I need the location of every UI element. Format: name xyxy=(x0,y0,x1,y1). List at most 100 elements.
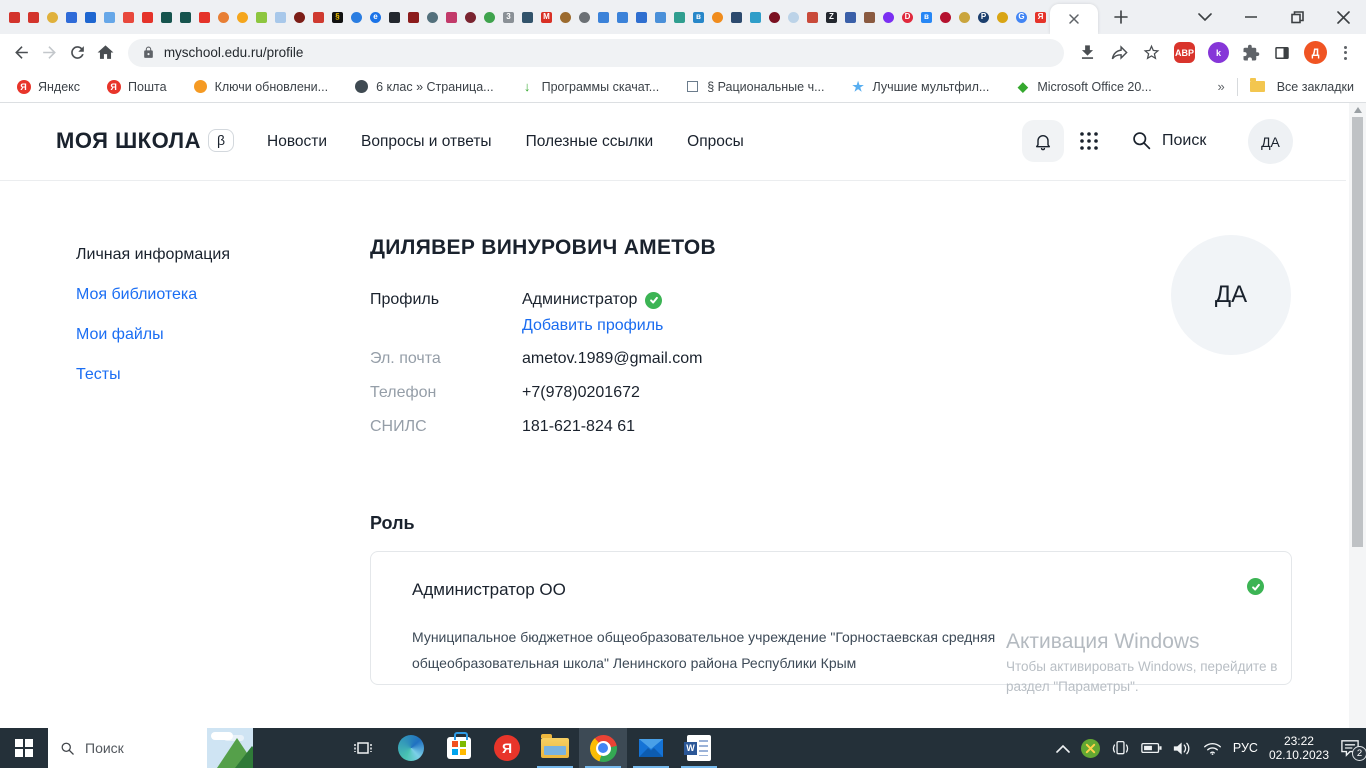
pinned-tab[interactable] xyxy=(442,3,461,31)
bookmark-item[interactable]: Ключи обновлени... xyxy=(193,79,328,94)
pinned-tab[interactable] xyxy=(195,3,214,31)
sidebar-item[interactable]: Моя библиотека xyxy=(76,286,197,304)
pinned-tab[interactable] xyxy=(708,3,727,31)
site-logo[interactable]: МОЯ ШКОЛА xyxy=(56,128,201,154)
pinned-tab[interactable] xyxy=(803,3,822,31)
pinned-tab[interactable] xyxy=(423,3,442,31)
pinned-tab[interactable] xyxy=(594,3,613,31)
pinned-tab[interactable] xyxy=(404,3,423,31)
weather-widget[interactable] xyxy=(207,728,253,768)
scrollbar-up-arrow[interactable] xyxy=(1354,107,1362,113)
pinned-tab[interactable] xyxy=(81,3,100,31)
pinned-tab[interactable] xyxy=(5,3,24,31)
adblock-extension-icon[interactable]: ABP xyxy=(1174,42,1195,63)
minimize-button[interactable] xyxy=(1228,0,1274,34)
window-menu-chevron[interactable] xyxy=(1182,0,1228,34)
bookmark-item[interactable]: ★ Лучшие мультфил... xyxy=(851,79,989,94)
pinned-tab[interactable] xyxy=(119,3,138,31)
taskbar-clock[interactable]: 23:22 02.10.2023 xyxy=(1269,734,1329,762)
action-center-button[interactable]: 2 xyxy=(1340,739,1366,761)
pinned-tab[interactable] xyxy=(271,3,290,31)
side-panel-icon[interactable] xyxy=(1273,44,1291,62)
pinned-tab[interactable] xyxy=(24,3,43,31)
pinned-tab[interactable] xyxy=(461,3,480,31)
site-avatar[interactable]: ДА xyxy=(1248,119,1293,164)
taskbar-search[interactable]: Поиск xyxy=(48,728,253,768)
pinned-tab[interactable]: Р xyxy=(974,3,993,31)
pinned-tab[interactable] xyxy=(670,3,689,31)
taskbar-app-mail[interactable] xyxy=(627,728,675,768)
pinned-tab[interactable] xyxy=(43,3,62,31)
share-icon[interactable] xyxy=(1110,43,1129,62)
browser-menu-icon[interactable] xyxy=(1340,45,1351,60)
scrollbar-thumb[interactable] xyxy=(1352,117,1363,547)
reload-button[interactable] xyxy=(64,39,92,67)
pinned-tab[interactable]: Z xyxy=(822,3,841,31)
taskbar-app-store[interactable] xyxy=(435,728,483,768)
pinned-tab[interactable] xyxy=(480,3,499,31)
wifi-tray-icon[interactable] xyxy=(1203,741,1222,756)
download-icon[interactable] xyxy=(1078,43,1097,62)
nav-item-полезные[interactable]: Полезные ссылки xyxy=(526,133,654,151)
taskbar-app-yandex[interactable]: Я xyxy=(483,728,531,768)
restore-button[interactable] xyxy=(1274,0,1320,34)
pinned-tab[interactable]: M xyxy=(537,3,556,31)
home-button[interactable] xyxy=(92,39,120,67)
pinned-tab[interactable] xyxy=(841,3,860,31)
taskbar-app-word[interactable]: W xyxy=(675,728,723,768)
pinned-tab[interactable] xyxy=(62,3,81,31)
extensions-puzzle-icon[interactable] xyxy=(1242,44,1260,62)
nav-item-опросы[interactable]: Опросы xyxy=(687,133,744,151)
active-tab[interactable] xyxy=(1050,4,1098,34)
volume-tray-icon[interactable] xyxy=(1173,741,1192,756)
pinned-tab[interactable] xyxy=(879,3,898,31)
taskbar-app-explorer[interactable] xyxy=(531,728,579,768)
pinned-tab[interactable]: в xyxy=(689,3,708,31)
pinned-tab[interactable]: § xyxy=(328,3,347,31)
bookmark-item[interactable]: § Рациональные ч... xyxy=(685,79,825,94)
bookmark-item[interactable]: Я Пошта xyxy=(106,79,167,94)
k-extension-icon[interactable]: k xyxy=(1208,42,1229,63)
apps-grid-icon[interactable] xyxy=(1078,130,1100,152)
address-bar[interactable]: myschool.edu.ru/profile xyxy=(127,38,1064,67)
site-search-button[interactable]: Поиск xyxy=(1131,130,1206,151)
browser-profile-avatar[interactable]: Д xyxy=(1304,41,1327,64)
sidebar-item[interactable]: Личная информация xyxy=(76,246,230,264)
pinned-tab[interactable]: G xyxy=(1012,3,1031,31)
all-bookmarks-label[interactable]: Все закладки xyxy=(1277,80,1354,94)
phone-link-tray-icon[interactable] xyxy=(1111,740,1130,757)
pinned-tab[interactable] xyxy=(727,3,746,31)
pinned-tab[interactable] xyxy=(252,3,271,31)
tab-close-icon[interactable] xyxy=(1068,13,1080,25)
bookmarks-overflow-chevron[interactable]: » xyxy=(1217,79,1224,94)
pinned-tab[interactable] xyxy=(176,3,195,31)
pinned-tab[interactable] xyxy=(290,3,309,31)
pinned-tab[interactable] xyxy=(784,3,803,31)
nav-item-вопросы[interactable]: Вопросы и ответы xyxy=(361,133,492,151)
notifications-button[interactable] xyxy=(1022,120,1064,162)
pinned-tab[interactable] xyxy=(233,3,252,31)
pinned-tab[interactable]: в xyxy=(917,3,936,31)
pinned-tab[interactable] xyxy=(746,3,765,31)
pinned-tab[interactable] xyxy=(214,3,233,31)
pinned-tab[interactable] xyxy=(556,3,575,31)
bookmark-item[interactable]: ↓ Программы скачат... xyxy=(520,79,659,94)
pinned-tab[interactable] xyxy=(765,3,784,31)
new-tab-button[interactable] xyxy=(1108,4,1134,30)
bookmark-item[interactable]: 6 клас » Страница... xyxy=(354,79,494,94)
taskbar-app-chrome[interactable] xyxy=(579,728,627,768)
pinned-tab[interactable]: Я xyxy=(1031,3,1050,31)
add-profile-link[interactable]: Добавить профиль xyxy=(522,317,663,335)
sidebar-item[interactable]: Мои файлы xyxy=(76,326,164,344)
pinned-tab[interactable] xyxy=(955,3,974,31)
nav-item-новости[interactable]: Новости xyxy=(267,133,327,151)
pinned-tab[interactable] xyxy=(157,3,176,31)
back-button[interactable] xyxy=(8,39,36,67)
pinned-tab[interactable] xyxy=(993,3,1012,31)
pinned-tab[interactable] xyxy=(860,3,879,31)
language-indicator[interactable]: РУС xyxy=(1233,741,1258,755)
pinned-tab[interactable]: e xyxy=(366,3,385,31)
pinned-tab[interactable] xyxy=(100,3,119,31)
pinned-tab[interactable] xyxy=(518,3,537,31)
start-button[interactable] xyxy=(0,728,48,768)
